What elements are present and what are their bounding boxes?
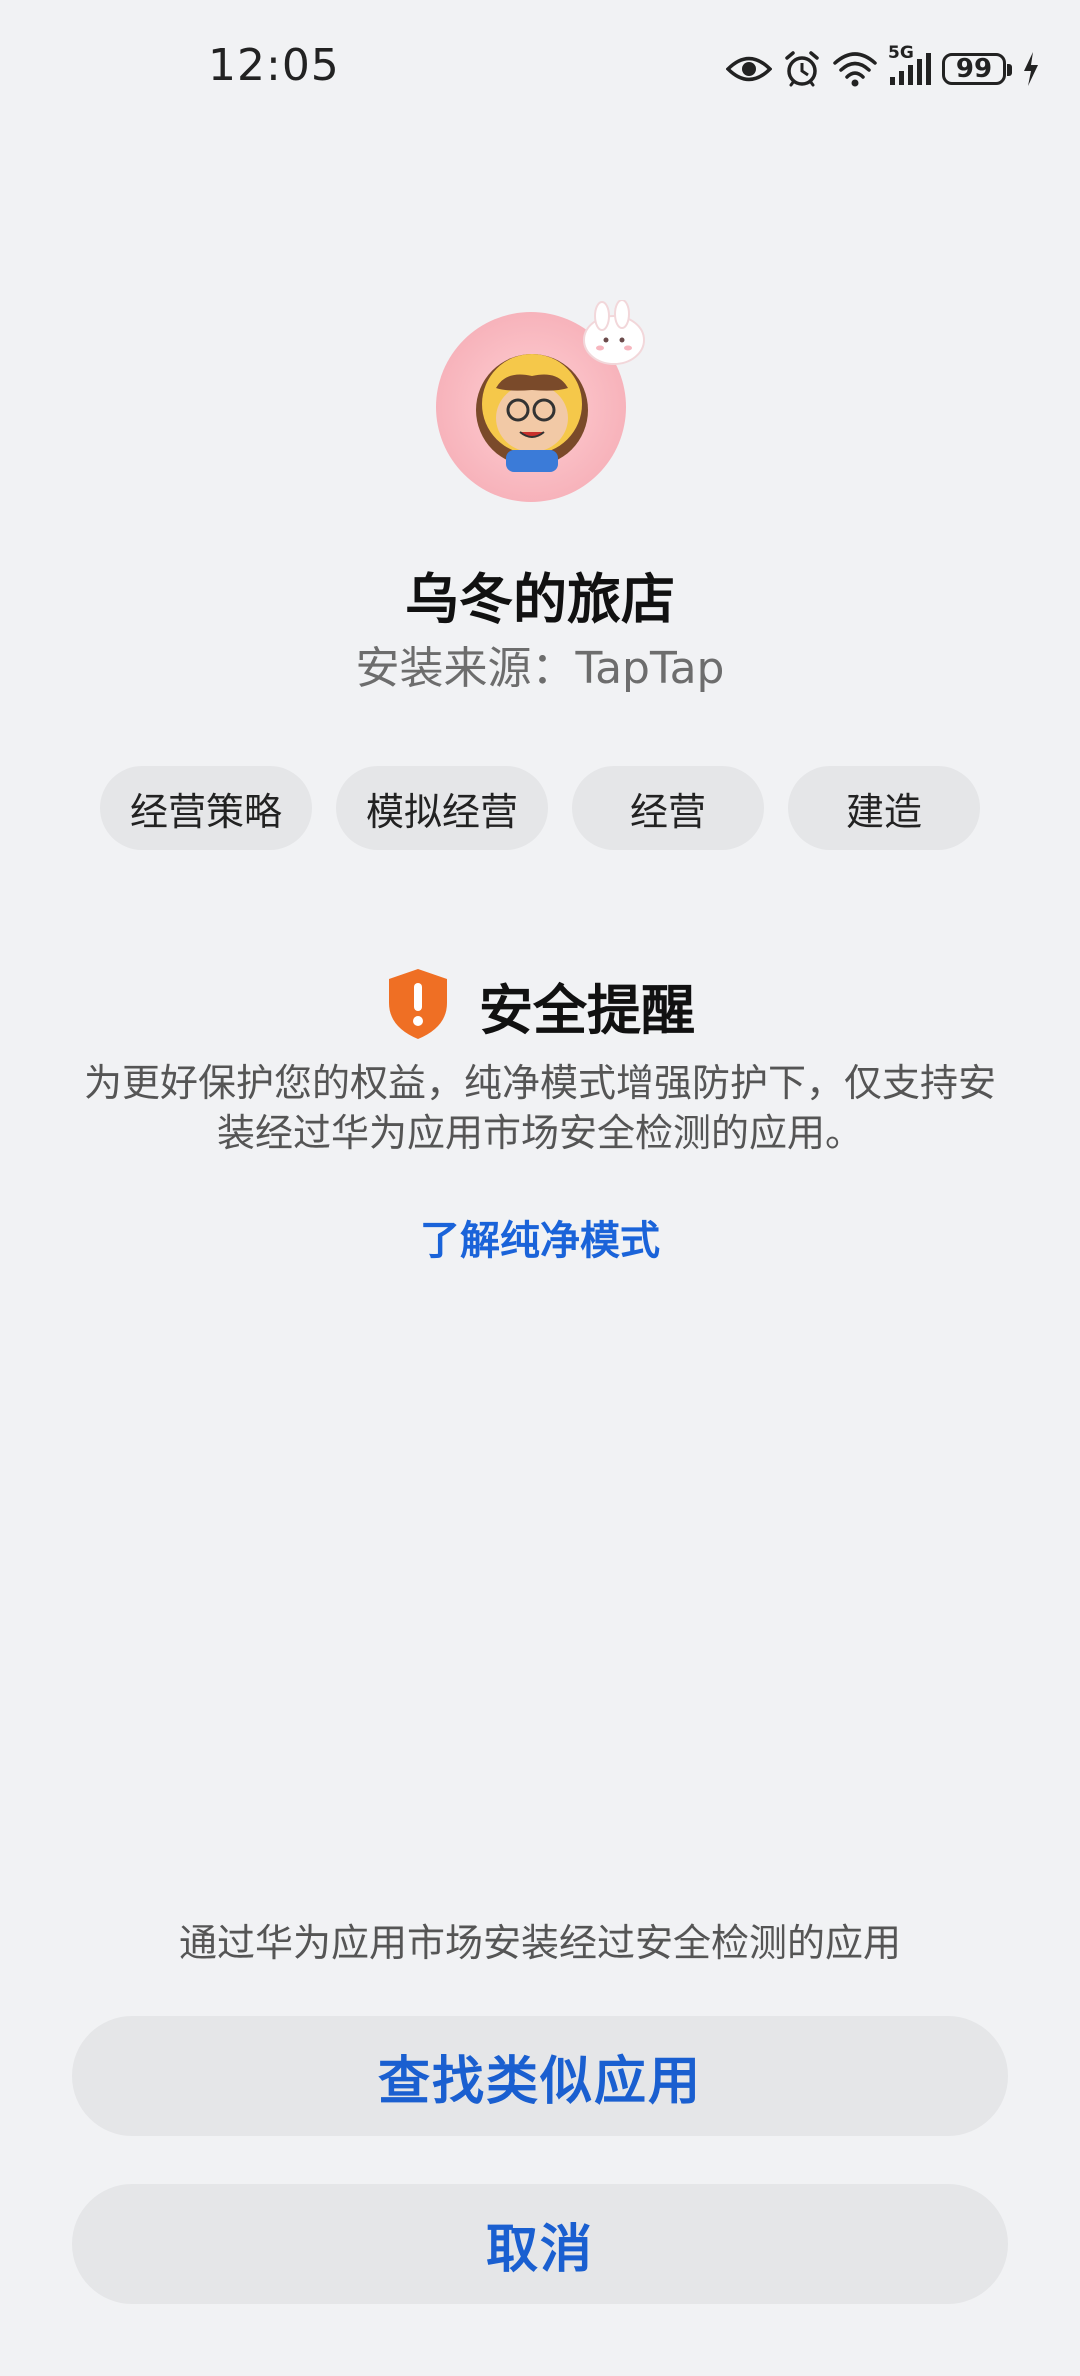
battery-icon: 99 bbox=[942, 53, 1012, 85]
security-heading: 安全提醒 bbox=[0, 966, 1080, 1045]
battery-level: 99 bbox=[942, 53, 1012, 85]
app-tags: 经营策略 模拟经营 经营 建造 bbox=[100, 766, 980, 850]
eye-icon bbox=[726, 54, 772, 84]
status-icons: 5G 99 bbox=[726, 43, 1040, 92]
find-similar-apps-button[interactable]: 查找类似应用 bbox=[72, 2016, 1008, 2136]
app-character-icon bbox=[476, 300, 645, 472]
wifi-icon bbox=[832, 51, 878, 87]
status-time: 12:05 bbox=[208, 40, 340, 91]
bottom-hint: 通过华为应用市场安装经过安全检测的应用 bbox=[178, 1921, 901, 1965]
status-bar: 12:05 5G 99 bbox=[0, 0, 1080, 140]
tag-chip: 经营 bbox=[572, 766, 764, 850]
cancel-button[interactable]: 取消 bbox=[72, 2184, 1008, 2304]
alarm-icon bbox=[782, 49, 822, 89]
security-title: 安全提醒 bbox=[479, 979, 695, 1042]
network-type-label: 5G bbox=[888, 43, 914, 63]
learn-pure-mode-link[interactable]: 了解纯净模式 bbox=[0, 1208, 1080, 1266]
tag-chip: 模拟经营 bbox=[336, 766, 548, 850]
tag-chip: 建造 bbox=[788, 766, 980, 850]
app-title: 乌冬的旅店 bbox=[405, 568, 675, 631]
install-source: 安装来源：TapTap bbox=[355, 643, 725, 694]
signal-icon: 5G bbox=[888, 43, 932, 87]
tag-chip: 经营策略 bbox=[100, 766, 312, 850]
security-description: 为更好保护您的权益，纯净模式增强防护下，仅支持安装经过华为应用市场安全检测的应用… bbox=[83, 1061, 996, 1155]
charging-icon bbox=[1022, 51, 1040, 87]
app-avatar-icon bbox=[436, 300, 656, 520]
shield-warning-icon bbox=[385, 967, 451, 1045]
